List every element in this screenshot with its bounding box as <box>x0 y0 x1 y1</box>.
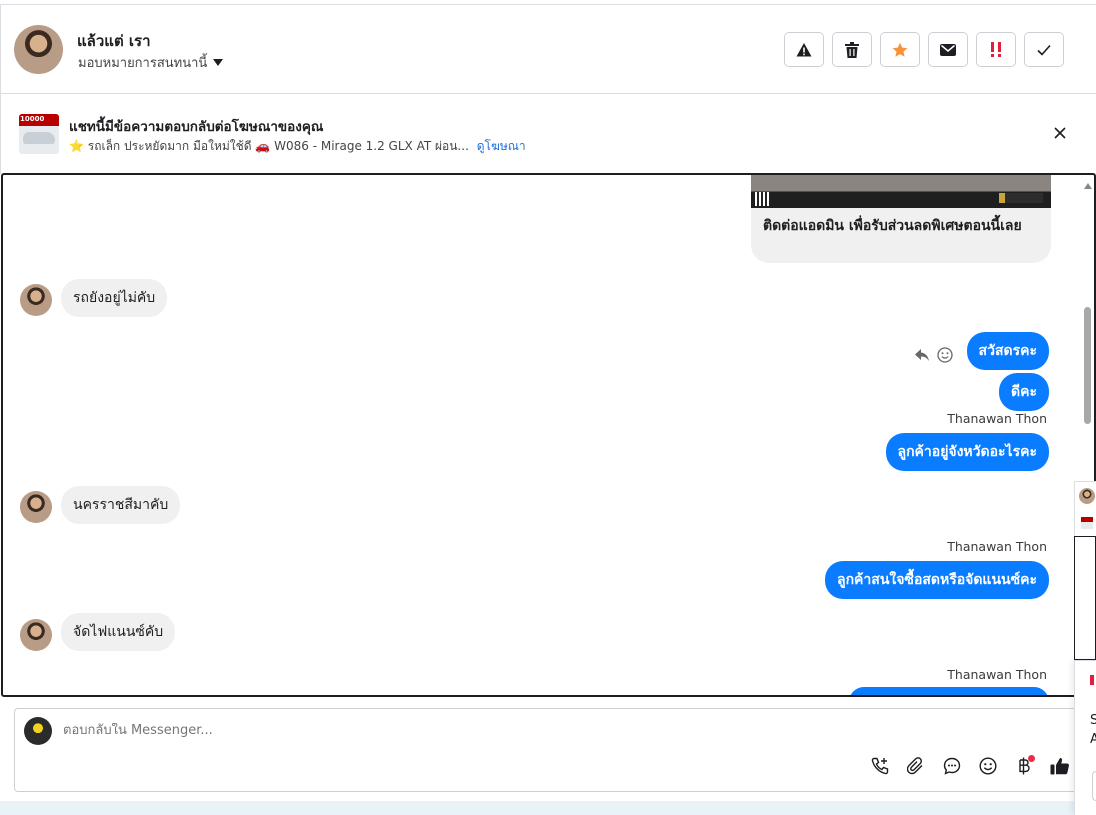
ad-reply-banner: 10000 แชทนี้มีข้อความตอบกลับต่อโฆษณาของค… <box>0 94 1096 174</box>
phone-add-icon <box>871 757 889 775</box>
conversation-header: แล้วแต่ เรา มอบหมายการสนทนานี้ <box>0 4 1096 94</box>
chevron-down-icon <box>213 59 224 66</box>
message-hover-actions <box>915 347 953 363</box>
ad-card-image <box>751 175 1051 208</box>
mark-done-button[interactable] <box>1024 32 1064 67</box>
outgoing-message[interactable]: ลูกค้าอยู่จังหวัดอะไรคะ <box>885 433 1049 471</box>
envelope-icon <box>940 43 956 56</box>
side-popup-icon <box>1090 675 1094 685</box>
ad-thumbnail[interactable]: 10000 <box>19 114 59 154</box>
check-icon <box>1037 44 1051 56</box>
notification-dot <box>1028 755 1035 762</box>
like-button[interactable] <box>1049 755 1071 777</box>
emoji-icon <box>979 757 997 775</box>
ad-message-card[interactable]: ติดต่อแอดมิน เพื่อรับส่วนลดพิเศษตอนนี้เล… <box>751 175 1051 263</box>
chat-head-ad-thumb[interactable] <box>1081 517 1093 529</box>
chat-head-avatar[interactable] <box>1079 488 1095 504</box>
side-popup-button[interactable] <box>1092 771 1096 801</box>
paperclip-icon <box>907 757 923 775</box>
outgoing-message-partial[interactable] <box>849 687 1049 695</box>
delete-button[interactable] <box>832 32 872 67</box>
trash-icon <box>845 41 859 58</box>
ad-banner-subtitle: ⭐ รถเล็ก ประหยัดมาก มือใหม่ใช้ดี 🚗 W086 … <box>69 137 526 156</box>
ad-thumbnail-tag: 10000 <box>20 115 45 123</box>
priority-button[interactable] <box>976 32 1016 67</box>
side-popup-text-1: S <box>1090 713 1096 728</box>
incoming-message[interactable]: รถยังอยู่ไม่คับ <box>61 279 168 317</box>
side-popup[interactable]: S A <box>1074 660 1096 815</box>
side-chat-heads[interactable] <box>1074 481 1096 536</box>
contact-avatar-small <box>20 619 52 651</box>
saved-replies-button[interactable] <box>941 755 963 777</box>
incoming-message[interactable]: จัดไฟแนนซ์คับ <box>61 613 176 651</box>
ad-description: ⭐ รถเล็ก ประหยัดมาก มือใหม่ใช้ดี 🚗 W086 … <box>69 139 469 153</box>
assign-label: มอบหมายการสนทนานี้ <box>78 56 208 71</box>
view-ad-link[interactable]: ดูโฆษณา <box>477 139 526 153</box>
side-popup-text-2: A <box>1090 732 1096 747</box>
message-thread[interactable]: ติดต่อแอดมิน เพื่อรับส่วนลดพิเศษตอนนี้เล… <box>1 173 1096 697</box>
contact-avatar-small <box>20 284 52 316</box>
close-icon[interactable] <box>1049 122 1071 144</box>
outgoing-message[interactable]: สวัสดรคะ <box>966 332 1049 370</box>
thumbs-up-icon <box>1050 757 1069 775</box>
spam-button[interactable] <box>784 32 824 67</box>
incoming-message[interactable]: นครราชสีมาคับ <box>61 486 181 524</box>
header-actions <box>784 32 1064 67</box>
page-footer-strip <box>0 801 1096 815</box>
messenger-inbox: แล้วแต่ เรา มอบหมายการสนทนานี้ 10000 แชท… <box>0 0 1096 815</box>
contact-avatar[interactable] <box>14 25 63 74</box>
contact-name[interactable]: แล้วแต่ เรา <box>77 29 151 53</box>
qr-code-icon <box>755 192 769 206</box>
star-icon <box>892 42 908 57</box>
ad-card-text: ติดต่อแอดมิน เพื่อรับส่วนลดพิเศษตอนนี้เล… <box>763 218 1022 234</box>
warning-icon <box>796 42 812 56</box>
sender-name: Thanawan Thon <box>947 667 1047 682</box>
car-image <box>23 132 55 144</box>
sender-name: Thanawan Thon <box>947 539 1047 554</box>
outgoing-message[interactable]: ลูกค้าสนใจซื้อสดหรือจัดแนนซ์คะ <box>825 561 1049 599</box>
emoji-react-icon[interactable] <box>937 347 953 363</box>
follow-up-button[interactable] <box>880 32 920 67</box>
page-avatar <box>24 717 52 745</box>
message-input[interactable] <box>63 723 963 738</box>
scrollbar-thumb[interactable] <box>1084 307 1091 424</box>
attach-button[interactable] <box>905 755 927 777</box>
contact-avatar-small <box>20 491 52 523</box>
mark-unread-button[interactable] <box>928 32 968 67</box>
priority-icon <box>991 41 1001 57</box>
sender-name: Thanawan Thon <box>947 411 1047 426</box>
composer-tools <box>869 755 1071 777</box>
emoji-button[interactable] <box>977 755 999 777</box>
outgoing-message[interactable]: ดีคะ <box>999 373 1049 411</box>
payment-button[interactable] <box>1013 755 1035 777</box>
side-panel-frame <box>1074 536 1096 660</box>
ad-banner-title: แชทนี้มีข้อความตอบกลับต่อโฆษณาของคุณ <box>69 119 324 135</box>
reply-icon[interactable] <box>915 349 929 361</box>
dealer-logo <box>999 193 1043 203</box>
chat-bubble-icon <box>943 757 961 775</box>
call-button[interactable] <box>869 755 891 777</box>
assign-conversation-dropdown[interactable]: มอบหมายการสนทนานี้ <box>78 52 224 73</box>
reply-composer <box>14 708 1084 792</box>
scroll-up-arrow-icon[interactable] <box>1084 183 1092 189</box>
